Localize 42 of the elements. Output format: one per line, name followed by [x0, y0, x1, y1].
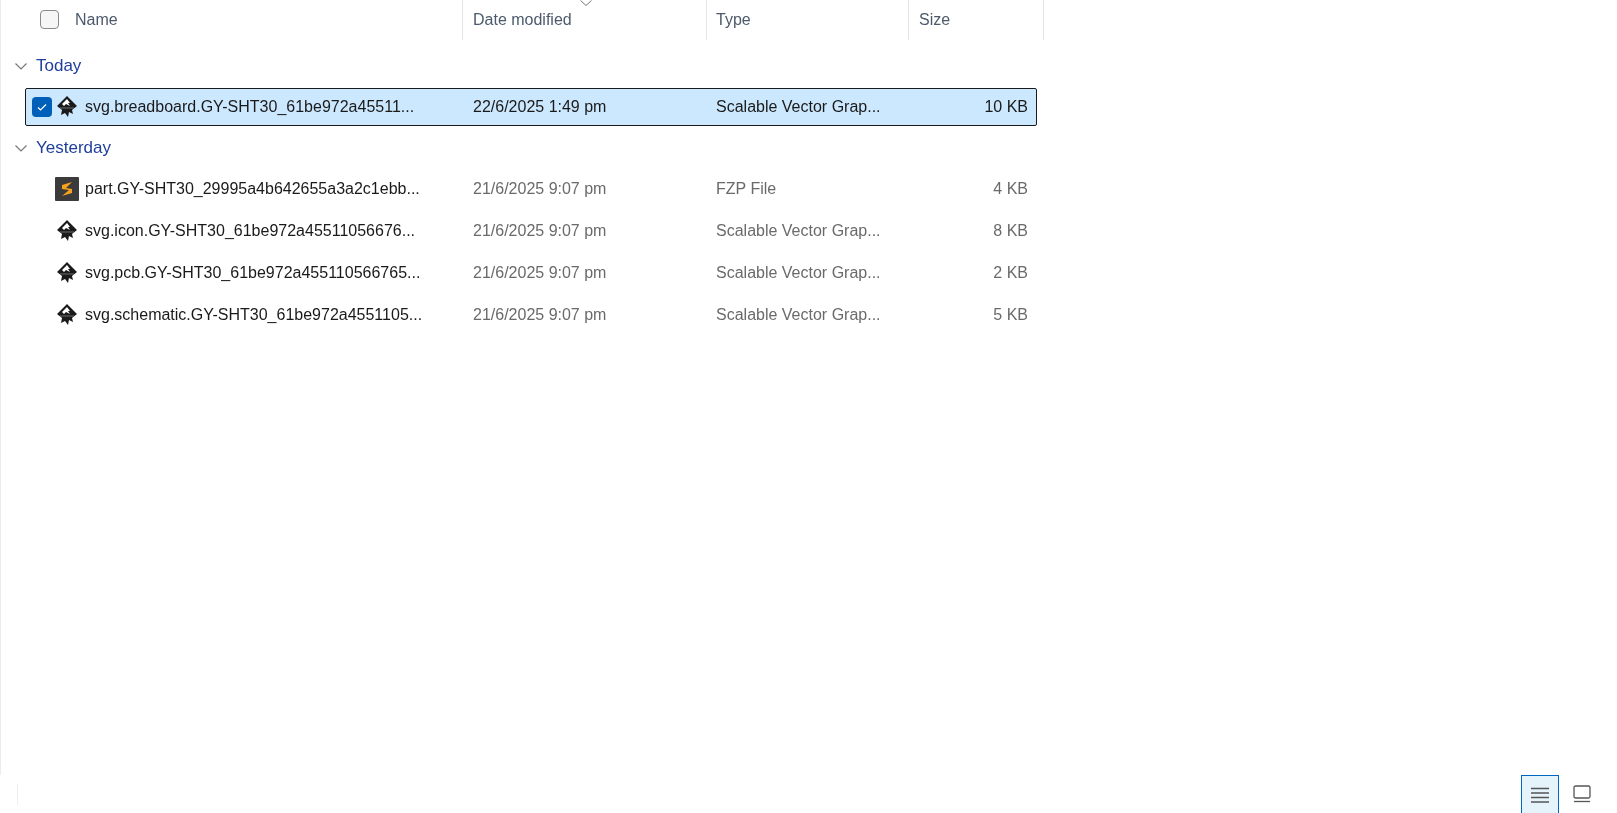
select-all-checkbox[interactable]: [40, 10, 59, 29]
group-header[interactable]: Today: [36, 53, 82, 79]
file-type: Scalable Vector Grap...: [716, 263, 882, 283]
column-header[interactable]: Type: [706, 0, 908, 40]
file-size: 2 KB: [993, 263, 1028, 283]
file-name: part.GY-SHT30_29995a4b642655a3a2c1ebb...: [85, 179, 421, 199]
date-modified: 21/6/2025 9:07 pm: [473, 179, 608, 199]
group-header[interactable]: Yesterday: [36, 135, 111, 161]
diamond-icon: [55, 261, 79, 285]
file-row[interactable]: svg.icon.GY-SHT30_61be972a45511056676... 21/6/2025 9:07 pm Scalable Vector Grap... 8 KB: [25, 212, 1037, 250]
file-name: svg.schematic.GY-SHT30_61be972a4551105...: [85, 305, 424, 325]
diamond-icon: [55, 219, 79, 243]
diamond-icon: [55, 303, 79, 327]
file-type: Scalable Vector Grap...: [716, 305, 882, 325]
file-row[interactable]: svg.breadboard.GY-SHT30_61be972a45511... 22/6/2025 1:49 pm Scalable Vector Grap... 10 KB: [25, 88, 1037, 126]
file-row[interactable]: part.GY-SHT30_29995a4b642655a3a2c1ebb... 21/6/2025 9:07 pm FZP File 4 KB: [25, 170, 1037, 208]
column-header[interactable]: Name: [1, 0, 462, 40]
file-size: 5 KB: [993, 305, 1028, 325]
file-type: FZP File: [716, 179, 778, 199]
file-size: 10 KB: [984, 97, 1028, 117]
date-modified: 21/6/2025 9:07 pm: [473, 305, 608, 325]
file-name: svg.icon.GY-SHT30_61be972a45511056676...: [85, 221, 417, 241]
diamond-icon: [55, 95, 79, 119]
file-size: 4 KB: [993, 179, 1028, 199]
file-name: svg.pcb.GY-SHT30_61be972a455110566765...: [85, 263, 422, 283]
list-view-icon: [1530, 786, 1550, 803]
column-header[interactable]: Date modified: [462, 0, 706, 40]
file-name: svg.breadboard.GY-SHT30_61be972a45511...: [85, 97, 416, 117]
file-type: Scalable Vector Grap...: [716, 97, 882, 117]
sort-caret-icon: [580, 0, 592, 6]
file-row[interactable]: svg.schematic.GY-SHT30_61be972a4551105... 21/6/2025 9:07 pm Scalable Vector Grap... 5 KB: [25, 296, 1037, 334]
date-modified: 22/6/2025 1:49 pm: [473, 97, 608, 117]
letter-s-icon: [55, 177, 79, 201]
date-modified: 21/6/2025 9:07 pm: [473, 221, 608, 241]
file-size: 8 KB: [993, 221, 1028, 241]
tile-view-icon: [1573, 785, 1591, 803]
column-header[interactable]: Size: [908, 0, 1044, 40]
date-modified: 21/6/2025 9:07 pm: [473, 263, 608, 283]
file-row[interactable]: svg.pcb.GY-SHT30_61be972a455110566765... 21/6/2025 9:07 pm Scalable Vector Grap... 2 KB: [25, 254, 1037, 292]
row-checkbox[interactable]: [32, 97, 52, 117]
file-type: Scalable Vector Grap...: [716, 221, 882, 241]
details-view-button[interactable]: [1521, 775, 1559, 813]
